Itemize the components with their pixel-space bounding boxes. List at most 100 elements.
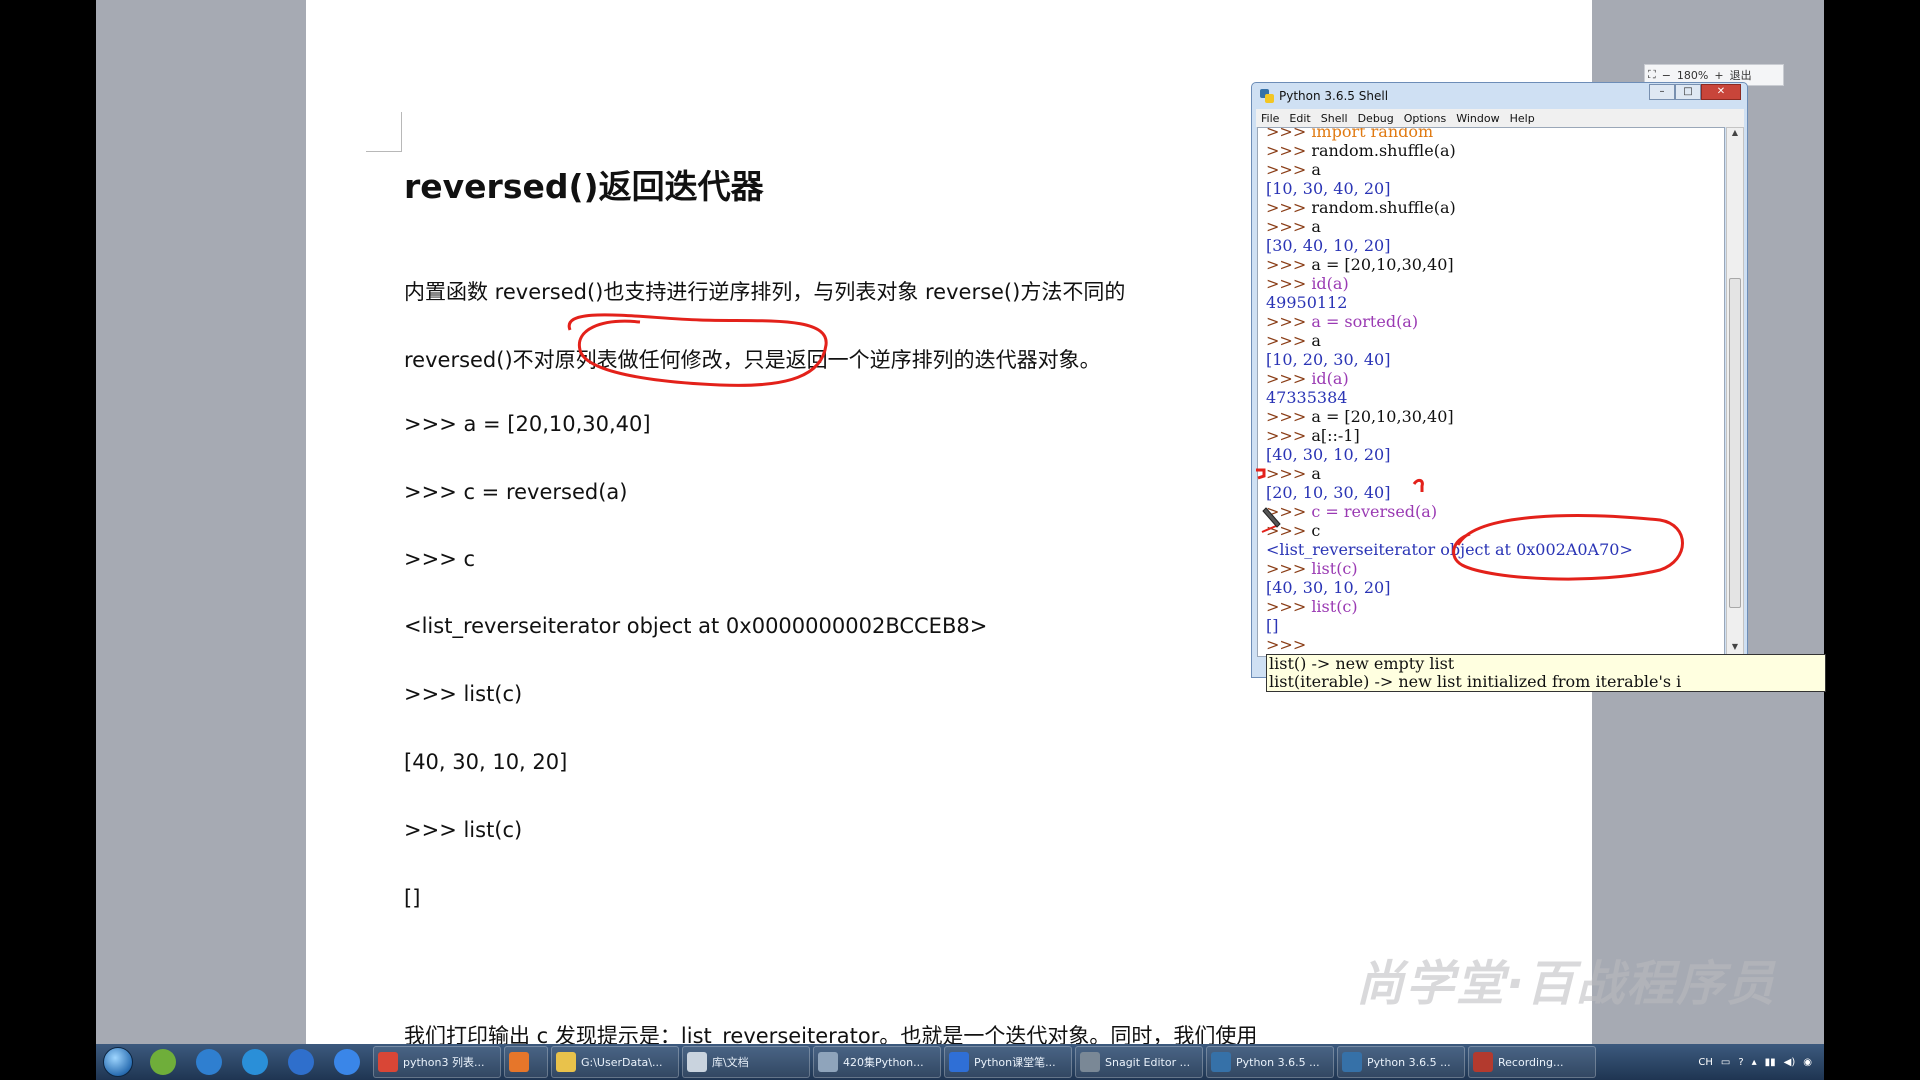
- shell-line: >>> a[::-1]: [1266, 426, 1360, 445]
- menu-edit[interactable]: Edit: [1284, 112, 1315, 125]
- shell-prompt: >>>: [1266, 407, 1312, 426]
- shell-scroll-thumb[interactable]: [1729, 278, 1741, 608]
- shell-line: >>> c = reversed(a): [1266, 502, 1437, 521]
- shell-prompt: >>>: [1266, 217, 1312, 236]
- shell-line: >>>: [1266, 635, 1311, 654]
- shell-line: >>> a: [1266, 160, 1321, 179]
- shell-output: [40, 30, 10, 20]: [1266, 578, 1391, 597]
- shell-vertical-scrollbar[interactable]: ▲ ▼: [1726, 127, 1744, 657]
- taskbar-task-button[interactable]: Python课堂笔...: [944, 1046, 1072, 1078]
- python-icon: [1342, 1052, 1362, 1072]
- shell-line: >>> a: [1266, 217, 1321, 236]
- taskbar-task-label: Python课堂笔...: [974, 1056, 1056, 1069]
- document-code-line: >>> list(c): [404, 818, 523, 842]
- tray-icon[interactable]: ◀): [1780, 1057, 1800, 1068]
- minimize-button[interactable]: –: [1649, 84, 1675, 100]
- taskbar-task-label: Python 3.6.5 ...: [1367, 1055, 1451, 1069]
- pinned-app-1-icon: [150, 1049, 176, 1075]
- pinned-app-button[interactable]: [140, 1045, 186, 1079]
- exit-fullscreen-button[interactable]: 退出: [1727, 67, 1755, 83]
- close-button[interactable]: ✕: [1701, 84, 1741, 100]
- shell-line: >>> import random: [1266, 127, 1433, 141]
- calltip-line: list() -> new empty list: [1269, 654, 1455, 673]
- scroll-up-icon[interactable]: ▲: [1727, 128, 1743, 142]
- shell-line: <list_reverseiterator object at 0x002A0A…: [1266, 540, 1633, 559]
- shell-line: >>> a: [1266, 331, 1321, 350]
- maximize-button[interactable]: □: [1675, 84, 1701, 100]
- shell-line: 47335384: [1266, 388, 1347, 407]
- pinned-app-button[interactable]: [232, 1045, 278, 1079]
- shell-prompt: >>>: [1266, 502, 1312, 521]
- shell-prompt: >>>: [1266, 426, 1312, 445]
- zoom-level: 180%: [1676, 68, 1709, 82]
- shell-text-area[interactable]: >>> import random >>> random.shuffle(a) >>…: [1257, 127, 1725, 657]
- shell-window-title: Python 3.6.5 Shell: [1279, 89, 1389, 103]
- shell-prompt: >>>: [1266, 127, 1312, 141]
- shell-output: 47335384: [1266, 388, 1348, 407]
- taskbar-task-button[interactable]: Python 3.6.5 ...: [1337, 1046, 1465, 1078]
- shell-input: id(a): [1311, 369, 1349, 388]
- wps-writer-icon: [949, 1052, 969, 1072]
- shell-output: 49950112: [1266, 293, 1348, 312]
- taskbar: python3 列表... G:\UserData\... 库\文档 420集Pyth…: [96, 1044, 1824, 1080]
- shell-prompt: >>>: [1266, 141, 1312, 160]
- pinned-app-button[interactable]: [324, 1045, 370, 1079]
- taskbar-task-button[interactable]: 库\文档: [682, 1046, 810, 1078]
- document-code-line: []: [404, 886, 421, 910]
- shell-output: [30, 40, 10, 20]: [1266, 236, 1391, 255]
- shell-line: >>> a = [20,10,30,40]: [1266, 255, 1454, 274]
- baidu-cloud-icon: [288, 1049, 314, 1075]
- tray-icon[interactable]: ▭: [1717, 1057, 1734, 1068]
- taskbar-task-button[interactable]: Snagit Editor ...: [1075, 1046, 1203, 1078]
- menu-help[interactable]: Help: [1505, 112, 1540, 125]
- shell-input: list(c): [1311, 597, 1358, 616]
- page-corner-marker: [366, 112, 402, 152]
- taskbar-task-button[interactable]: python3 列表...: [373, 1046, 501, 1078]
- taskbar-task-button[interactable]: 420集Python...: [813, 1046, 941, 1078]
- shell-input: random.shuffle(a): [1311, 141, 1456, 160]
- shell-line: [20, 10, 30, 40]: [1266, 483, 1390, 502]
- taskbar-task-label: python3 列表...: [403, 1056, 485, 1069]
- taskbar-task-button[interactable]: Recording...: [1468, 1046, 1596, 1078]
- pinned-app-button[interactable]: [278, 1045, 324, 1079]
- shell-title-bar[interactable]: Python 3.6.5 Shell – □ ✕: [1252, 83, 1747, 109]
- taskbar-task-button[interactable]: Python 3.6.5 ...: [1206, 1046, 1334, 1078]
- tray-icon[interactable]: ◉: [1799, 1057, 1816, 1068]
- folder-icon: [556, 1052, 576, 1072]
- fit-screen-icon[interactable]: ⛶: [1645, 68, 1659, 82]
- menu-file[interactable]: File: [1256, 112, 1284, 125]
- shell-line: []: [1266, 616, 1278, 635]
- windows-logo-icon: [103, 1047, 133, 1077]
- document-code-line: <list_reverseiterator object at 0x000000…: [404, 614, 988, 638]
- chrome-icon: [378, 1052, 398, 1072]
- shell-prompt: >>>: [1266, 597, 1312, 616]
- taskbar-task-button[interactable]: G:\UserData\...: [551, 1046, 679, 1078]
- pinned-app-button[interactable]: [186, 1045, 232, 1079]
- tray-icon[interactable]: ▮▮: [1761, 1057, 1780, 1068]
- menu-debug[interactable]: Debug: [1353, 112, 1399, 125]
- menu-shell[interactable]: Shell: [1316, 112, 1353, 125]
- shell-line: >>> list(c): [1266, 559, 1358, 578]
- shell-line: [10, 30, 40, 20]: [1266, 179, 1390, 198]
- tray-icon[interactable]: CH: [1694, 1057, 1717, 1068]
- shell-input: id(a): [1311, 274, 1349, 293]
- start-button[interactable]: [96, 1044, 140, 1080]
- tray-icon[interactable]: ▴: [1748, 1057, 1761, 1068]
- shell-output: [10, 20, 30, 40]: [1266, 350, 1391, 369]
- taskbar-task-button[interactable]: [504, 1046, 548, 1078]
- document-paragraph: reversed()不对原列表做任何修改，只是返回一个逆序排列的迭代器对象。: [404, 348, 1101, 372]
- shell-line: >>> id(a): [1266, 369, 1349, 388]
- zoom-out-button[interactable]: −: [1659, 69, 1674, 82]
- shell-input: a: [1311, 160, 1321, 179]
- calltip-tooltip: list() -> new empty list list(iterable) -…: [1266, 654, 1826, 692]
- shell-input: random.shuffle(a): [1311, 198, 1456, 217]
- tray-icon[interactable]: ?: [1734, 1057, 1747, 1068]
- calltip-line: list(iterable) -> new list initialized f…: [1269, 672, 1682, 691]
- shell-output: [10, 30, 40, 20]: [1266, 179, 1391, 198]
- zoom-in-button[interactable]: +: [1711, 69, 1726, 82]
- shell-line: >>> random.shuffle(a): [1266, 141, 1456, 160]
- menu-window[interactable]: Window: [1451, 112, 1504, 125]
- shell-prompt: >>>: [1266, 331, 1312, 350]
- shell-input: c: [1311, 521, 1321, 540]
- menu-options[interactable]: Options: [1399, 112, 1451, 125]
